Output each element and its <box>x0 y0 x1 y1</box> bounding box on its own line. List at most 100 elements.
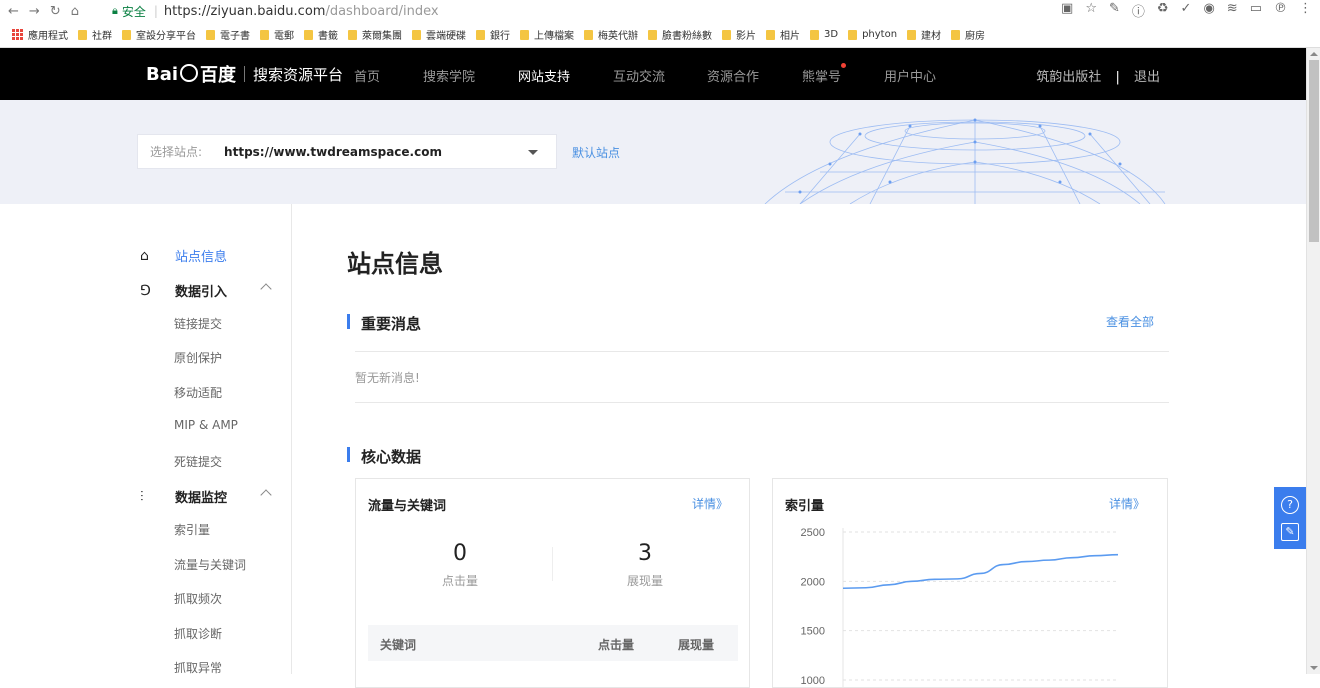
sidebar-group-monitoring[interactable]: ⫶ 数据监控 <box>140 487 272 506</box>
bookmark-item[interactable]: 萊爾集團 <box>348 27 402 42</box>
bookmark-item[interactable]: 臉書粉絲數 <box>648 27 712 42</box>
home-icon[interactable]: ⌂ <box>71 4 79 19</box>
layers-icon[interactable]: ≋ <box>1227 1 1238 20</box>
index-card: 索引量 详情》 2500 2000 1500 1000 <box>772 478 1168 688</box>
bookmark-item[interactable]: 相片 <box>766 27 800 42</box>
bookmark-item[interactable]: 雲端硬碟 <box>412 27 466 42</box>
sidebar-label: 站点信息 <box>175 250 228 265</box>
forward-icon[interactable]: → <box>29 4 40 19</box>
page-title: 站点信息 <box>347 250 443 278</box>
core-data-heading: 核心数据 <box>347 446 421 467</box>
bookmark-item[interactable]: 銀行 <box>476 27 510 42</box>
col-keyword[interactable]: 关键词 <box>380 636 416 653</box>
browser-address-bar: ← → ↻ ⌂ 🔒︎ 安全 | https://ziyuan.baidu.com… <box>0 0 1320 22</box>
clicks-stat: 0 点击量 <box>390 541 530 589</box>
y-tick-label: 2500 <box>801 527 825 539</box>
pinterest-icon[interactable]: ℗ <box>1274 1 1287 20</box>
globe-graphic <box>764 118 1166 204</box>
bookmark-item[interactable]: 3D <box>810 29 838 40</box>
impressions-value: 3 <box>638 541 652 566</box>
notification-dot <box>841 63 846 68</box>
reload-icon[interactable]: ↻ <box>50 4 61 19</box>
account-divider: | <box>1115 70 1120 85</box>
sidebar-item-crawl-error[interactable]: 抓取异常 <box>174 659 222 676</box>
scroll-up-icon[interactable] <box>1310 52 1318 56</box>
sidebar-group-data-import[interactable]: ⅁ 数据引入 <box>140 281 272 300</box>
folder-icon <box>810 29 819 40</box>
nav-interaction[interactable]: 互动交流 <box>613 66 665 85</box>
site-select[interactable]: 选择站点: https://www.twdreamspace.com <box>137 134 557 169</box>
nav-academy[interactable]: 搜索学院 <box>423 66 475 85</box>
help-icon[interactable]: ? <box>1281 495 1299 514</box>
nav-home[interactable]: 首页 <box>354 66 380 85</box>
recycle-icon[interactable]: ♻︎ <box>1157 1 1169 20</box>
logout-link[interactable]: 退出 <box>1134 70 1160 85</box>
bookmark-item[interactable]: 社群 <box>78 27 112 42</box>
sidebar-item-index[interactable]: 索引量 <box>174 521 210 538</box>
cast-icon[interactable]: ▭ <box>1250 1 1262 20</box>
chevron-up-icon[interactable] <box>260 489 272 501</box>
bookmark-item[interactable]: 上傳檔案 <box>520 27 574 42</box>
folder-icon <box>260 29 269 40</box>
sidebar-item-mip-amp[interactable]: MIP & AMP <box>174 418 238 432</box>
url-path[interactable]: /dashboard/index <box>325 4 438 19</box>
baidu-logo[interactable]: Bai 百度 搜索资源平台 <box>146 61 343 87</box>
sidebar-item-link-submit[interactable]: 链接提交 <box>174 315 222 332</box>
traffic-detail-link[interactable]: 详情》 <box>692 495 728 512</box>
pen-icon[interactable]: ✎ <box>1109 1 1120 20</box>
sidebar-item-deadlink[interactable]: 死链提交 <box>174 453 222 470</box>
logo-text: Bai <box>146 63 179 85</box>
sidebar-item-original[interactable]: 原创保护 <box>174 349 222 366</box>
impressions-label: 展现量 <box>626 574 663 588</box>
url-separator: | <box>153 4 158 18</box>
nav-site-support[interactable]: 网站支持 <box>518 66 570 85</box>
default-site-link[interactable]: 默认站点 <box>572 144 620 161</box>
chevron-up-icon[interactable] <box>260 283 272 295</box>
translate-icon[interactable]: ▣ <box>1061 1 1073 20</box>
folder-icon <box>907 29 917 40</box>
site-select-label: 选择站点: <box>150 145 203 159</box>
col-clicks[interactable]: 点击量 <box>598 636 634 653</box>
bookmark-item[interactable]: 電子書 <box>206 27 250 42</box>
folder-icon <box>476 29 485 40</box>
bookmark-item[interactable]: 梅英代辦 <box>584 27 638 42</box>
bookmark-item[interactable]: 電郵 <box>260 27 294 42</box>
scroll-down-icon[interactable] <box>1310 666 1318 670</box>
sidebar-item-crawl-diag[interactable]: 抓取诊断 <box>174 625 222 642</box>
chat-icon[interactable]: ◉ <box>1203 1 1214 20</box>
url-host[interactable]: https://ziyuan.baidu.com <box>164 4 326 19</box>
bookmark-apps[interactable]: 應用程式 <box>12 27 68 42</box>
sidebar-item-traffic[interactable]: 流量与关键词 <box>174 556 246 573</box>
bookmark-item[interactable]: 書籤 <box>304 27 338 42</box>
page-scrollbar[interactable] <box>1306 48 1320 674</box>
extension-icons: ▣ ☆ ✎ ⓘ ♻︎ ✓ ◉ ≋ ▭ ℗ ⋮ <box>1061 1 1312 20</box>
bookmark-item[interactable]: 影片 <box>722 27 756 42</box>
scroll-thumb[interactable] <box>1309 60 1319 242</box>
sidebar-item-mobile[interactable]: 移动适配 <box>174 384 222 401</box>
bookmark-item[interactable]: 室設分享平台 <box>122 27 196 42</box>
folder-icon <box>348 29 357 40</box>
caret-down-icon[interactable] <box>528 150 538 155</box>
nav-cooperation[interactable]: 资源合作 <box>707 66 759 85</box>
nav-user-center[interactable]: 用户中心 <box>884 66 936 85</box>
sidebar: ⌂ 站点信息 ⅁ 数据引入 链接提交 原创保护 移动适配 MIP & AMP 死… <box>0 204 292 676</box>
bookmark-item[interactable]: phyton <box>848 29 897 40</box>
col-impressions[interactable]: 展现量 <box>678 636 714 653</box>
view-all-link[interactable]: 查看全部 <box>1106 313 1154 330</box>
menu-icon[interactable]: ⋮ <box>1299 1 1312 20</box>
sidebar-item-crawl-freq[interactable]: 抓取频次 <box>174 590 222 607</box>
browser-nav: ← → ↻ ⌂ <box>0 4 112 19</box>
bookmark-item[interactable]: 建材 <box>907 27 941 42</box>
news-heading: 重要消息 <box>347 313 421 334</box>
nav-xiongzhang[interactable]: 熊掌号 <box>802 66 841 85</box>
star-icon[interactable]: ☆ <box>1085 1 1097 20</box>
bookmark-item[interactable]: 廚房 <box>951 27 985 42</box>
sidebar-item-site-info[interactable]: ⌂ 站点信息 <box>140 246 228 266</box>
back-icon[interactable]: ← <box>8 4 19 19</box>
stat-divider <box>552 547 553 581</box>
folder-icon <box>722 29 731 40</box>
account-name[interactable]: 筑韵出版社 <box>1036 70 1101 85</box>
info-icon[interactable]: ⓘ <box>1132 1 1145 20</box>
feedback-icon[interactable]: ✎ <box>1281 522 1299 541</box>
check-icon[interactable]: ✓ <box>1181 1 1192 20</box>
